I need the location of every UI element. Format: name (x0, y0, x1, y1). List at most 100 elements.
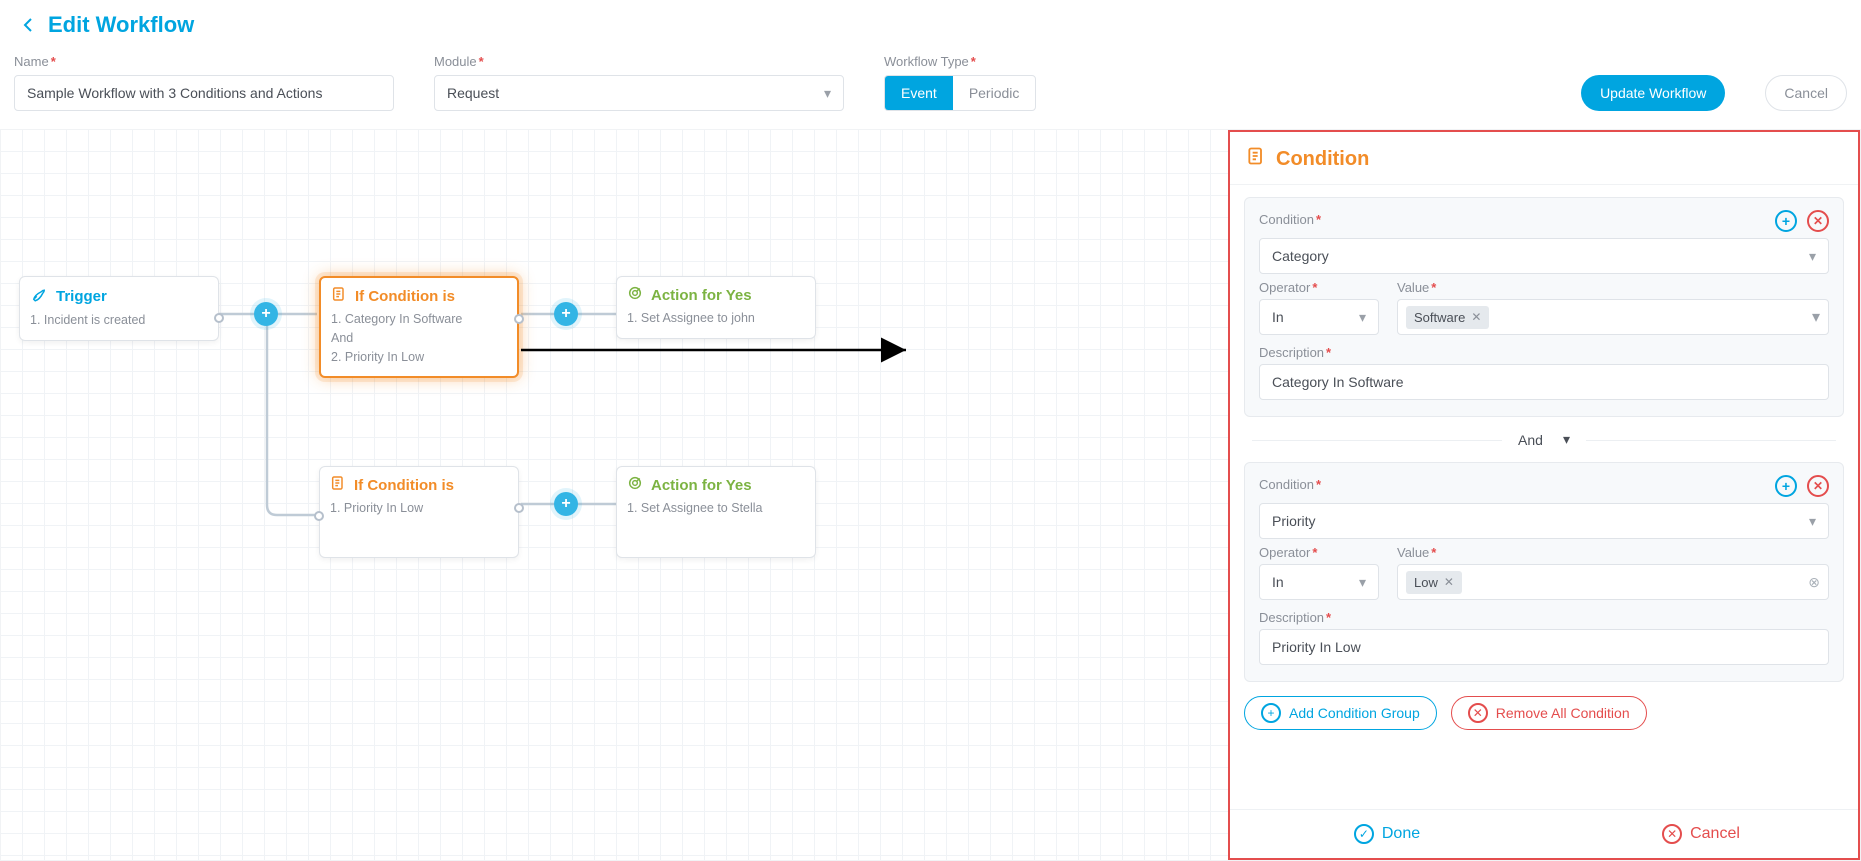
condition1-line2: And (331, 329, 507, 348)
action-node-1[interactable]: Action for Yes 1. Set Assignee to john (616, 276, 816, 339)
condition-card: Condition + ✕ Priority ▾ Operator (1244, 462, 1844, 682)
action1-title: Action for Yes (651, 287, 752, 304)
condition-card: Condition + ✕ Category ▾ Operator (1244, 197, 1844, 417)
name-input[interactable] (14, 75, 394, 111)
port[interactable] (314, 511, 324, 521)
add-condition-icon[interactable]: + (1775, 475, 1797, 497)
description-input[interactable] (1259, 629, 1829, 665)
description-label: Description (1259, 345, 1829, 360)
remove-condition-icon[interactable]: ✕ (1807, 475, 1829, 497)
panel-title: Condition (1276, 148, 1369, 171)
description-label: Description (1259, 610, 1829, 625)
chevron-down-icon: ▾ (1812, 307, 1820, 327)
port[interactable] (514, 314, 524, 324)
condition-panel: Condition Condition + ✕ Category ▾ (1228, 130, 1860, 860)
type-periodic[interactable]: Periodic (953, 76, 1036, 110)
value-tag: Low ✕ (1406, 571, 1462, 594)
back-arrow-icon[interactable] (16, 13, 40, 37)
trigger-title: Trigger (56, 288, 107, 305)
target-icon (627, 475, 643, 495)
type-event[interactable]: Event (885, 76, 953, 110)
operator-label: Operator (1259, 545, 1379, 560)
value-input[interactable]: Software ✕ ▾ (1397, 299, 1829, 335)
port[interactable] (514, 503, 524, 513)
description-input[interactable] (1259, 364, 1829, 400)
remove-condition-icon[interactable]: ✕ (1807, 210, 1829, 232)
condition1-line1: 1. Category In Software (331, 310, 507, 329)
action2-line: 1. Set Assignee to Stella (627, 499, 805, 518)
value-tag-text: Low (1414, 575, 1438, 590)
add-node-button[interactable]: + (554, 302, 578, 326)
name-label: Name (14, 54, 394, 69)
condition2-title: If Condition is (354, 477, 454, 494)
done-label: Done (1382, 825, 1420, 843)
chevron-down-icon: ▾ (1809, 513, 1816, 530)
rocket-icon (30, 285, 48, 307)
operator-label: Operator (1259, 280, 1379, 295)
condition-label: Condition (1259, 477, 1321, 492)
add-condition-group-button[interactable]: + Add Condition Group (1244, 696, 1437, 730)
condition-node-2[interactable]: If Condition is 1. Priority In Low (319, 466, 519, 558)
condition-field-select[interactable]: Priority ▾ (1259, 503, 1829, 539)
remove-all-condition-button[interactable]: ✕ Remove All Condition (1451, 696, 1647, 730)
chevron-down-icon: ▾ (1359, 309, 1366, 326)
panel-cancel-button[interactable]: ✕ Cancel (1544, 810, 1858, 858)
module-label: Module (434, 54, 844, 69)
annotation-arrow (521, 335, 921, 365)
condition-field-value: Category (1272, 248, 1329, 264)
workflow-canvas[interactable]: Trigger 1. Incident is created + If Cond… (1, 130, 1860, 860)
update-workflow-button[interactable]: Update Workflow (1581, 75, 1725, 111)
remove-tag-icon[interactable]: ✕ (1444, 575, 1454, 589)
add-condition-icon[interactable]: + (1775, 210, 1797, 232)
cancel-button[interactable]: Cancel (1765, 75, 1847, 111)
value-tag: Software ✕ (1406, 306, 1489, 329)
module-value: Request (447, 85, 499, 101)
chevron-down-icon: ▾ (1359, 574, 1366, 591)
workflow-type-label: Workflow Type (884, 54, 1036, 69)
add-group-label: Add Condition Group (1289, 705, 1420, 721)
target-icon (627, 285, 643, 305)
condition-field-value: Priority (1272, 513, 1316, 529)
workflow-type-segment: Event Periodic (884, 75, 1036, 111)
action-node-2[interactable]: Action for Yes 1. Set Assignee to Stella (616, 466, 816, 558)
trigger-line: 1. Incident is created (30, 311, 208, 330)
close-icon: ✕ (1662, 824, 1682, 844)
condition-icon (331, 286, 347, 306)
value-tag-text: Software (1414, 310, 1465, 325)
operator-value: In (1272, 574, 1284, 590)
action2-title: Action for Yes (651, 477, 752, 494)
add-node-button[interactable]: + (254, 302, 278, 326)
value-label: Value (1397, 545, 1829, 560)
module-select[interactable]: Request ▾ (434, 75, 844, 111)
logic-text: And (1510, 432, 1551, 448)
action1-line: 1. Set Assignee to john (627, 309, 805, 328)
condition-icon (1246, 146, 1266, 172)
cancel-label: Cancel (1690, 825, 1740, 843)
condition2-line: 1. Priority In Low (330, 499, 508, 518)
chevron-down-icon: ▾ (1555, 431, 1578, 448)
logic-operator[interactable]: And▾ (1244, 431, 1844, 448)
add-node-button[interactable]: + (554, 492, 578, 516)
done-button[interactable]: ✓ Done (1230, 810, 1544, 858)
condition1-title: If Condition is (355, 288, 455, 305)
close-icon: ✕ (1468, 703, 1488, 723)
condition-label: Condition (1259, 212, 1321, 227)
port[interactable] (214, 313, 224, 323)
remove-all-label: Remove All Condition (1496, 705, 1630, 721)
remove-tag-icon[interactable]: ✕ (1471, 310, 1481, 324)
page-title: Edit Workflow (16, 12, 1847, 38)
value-input[interactable]: Low ✕ ⊗ (1397, 564, 1829, 600)
trigger-node[interactable]: Trigger 1. Incident is created (19, 276, 219, 341)
operator-select[interactable]: In ▾ (1259, 564, 1379, 600)
page-title-text: Edit Workflow (48, 12, 194, 38)
clear-all-icon[interactable]: ⊗ (1808, 574, 1820, 591)
operator-select[interactable]: In ▾ (1259, 299, 1379, 335)
chevron-down-icon: ▾ (1809, 248, 1816, 265)
condition-field-select[interactable]: Category ▾ (1259, 238, 1829, 274)
condition1-line3: 2. Priority In Low (331, 348, 507, 367)
plus-icon: + (1261, 703, 1281, 723)
condition-node-1[interactable]: If Condition is 1. Category In Software … (319, 276, 519, 378)
condition-icon (330, 475, 346, 495)
operator-value: In (1272, 309, 1284, 325)
check-icon: ✓ (1354, 824, 1374, 844)
